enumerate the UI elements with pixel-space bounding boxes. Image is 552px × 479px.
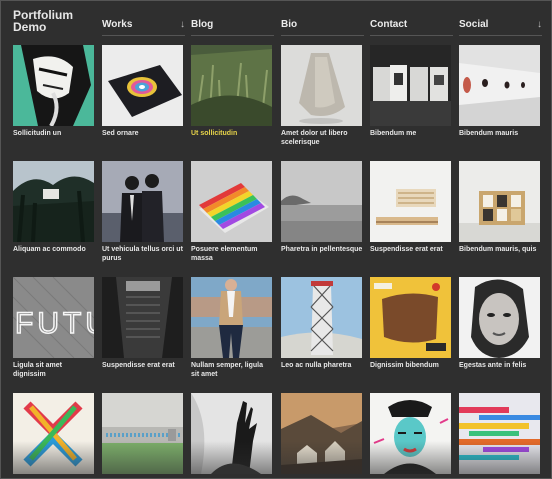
item-caption[interactable]: Ut vehicula tellus orci ut purus [102, 245, 184, 263]
item-caption[interactable]: Egestas ante in felis [459, 361, 541, 370]
thumbnail-futu-typography[interactable]: FUTU [13, 277, 94, 358]
item-caption[interactable]: Suspendisse erat erat [102, 361, 184, 370]
thumbnail-zipper-photo[interactable] [102, 393, 183, 474]
item-caption[interactable]: Dignissim bibendum [370, 361, 452, 370]
thumbnail-woman-portrait[interactable] [459, 277, 540, 358]
svg-text:FUTU: FUTU [15, 307, 94, 340]
thumbnail-glitch-colors[interactable] [459, 393, 540, 474]
nav-item-social[interactable]: Social ↓ [459, 18, 542, 38]
arrow-down-icon: ↓ [537, 19, 542, 30]
thumbnail-modular-shelves[interactable] [459, 161, 540, 242]
nav-item-label: Works [102, 19, 133, 30]
thumbnail-man-sitting-wall[interactable] [191, 277, 272, 358]
thumbnail-pop-art-illustration[interactable] [370, 393, 451, 474]
nav-item-bio[interactable]: Bio [281, 18, 364, 38]
arrow-down-icon: ↓ [180, 19, 185, 30]
nav-item-works[interactable]: Works ↓ [102, 18, 185, 38]
item-caption[interactable]: Bibendum me [370, 129, 452, 138]
thumbnail-lattice-tower[interactable] [281, 277, 362, 358]
item-caption[interactable]: Bibendum mauris, quis [459, 245, 541, 254]
thumbnail-bw-hand[interactable] [191, 393, 272, 474]
nav-divider [370, 35, 453, 36]
main-nav: Works ↓ Blog Bio Contact Social ↓ [1, 18, 551, 38]
nav-divider [459, 35, 542, 36]
item-caption[interactable]: Ut sollicitudin [191, 129, 273, 138]
nav-item-blog[interactable]: Blog [191, 18, 274, 38]
item-caption[interactable]: Sed ornare [102, 129, 184, 138]
item-caption[interactable]: Ligula sit amet dignissim [13, 361, 95, 379]
thumbnail-white-gallery-room[interactable] [459, 45, 540, 126]
thumbnail-printed-cards[interactable] [370, 45, 451, 126]
thumbnail-forest-house[interactable] [13, 161, 94, 242]
nav-item-contact[interactable]: Contact [370, 18, 453, 38]
thumbnail-two-men-suits[interactable] [102, 161, 183, 242]
thumbnail-foggy-sea[interactable] [281, 161, 362, 242]
thumbnail-wooden-shelf[interactable] [370, 161, 451, 242]
item-caption[interactable]: Nullam semper, ligula sit amet [191, 361, 273, 379]
page-frame: Portfolium Demo Works ↓ Blog Bio Contact… [0, 0, 552, 479]
nav-item-label: Blog [191, 19, 214, 30]
thumbnail-yellow-collage[interactable] [370, 277, 451, 358]
nav-item-label: Social [459, 19, 489, 30]
thumbnail-paper-bag[interactable] [281, 45, 362, 126]
thumbnail-rainbow-book[interactable] [191, 161, 272, 242]
nav-item-label: Bio [281, 19, 298, 30]
item-caption[interactable]: Suspendisse erat erat [370, 245, 452, 254]
thumbnail-rainbow-disc-book[interactable] [102, 45, 183, 126]
nav-divider [191, 35, 274, 36]
thumbnail-stylized-face-portrait[interactable] [13, 45, 94, 126]
item-caption[interactable]: Posuere elementum massa [191, 245, 273, 263]
nav-divider [102, 35, 185, 36]
item-caption[interactable]: Bibendum mauris [459, 129, 541, 138]
nav-divider [281, 35, 364, 36]
nav-item-label: Contact [370, 19, 408, 30]
item-caption[interactable]: Aliquam ac commodo [13, 245, 95, 254]
item-caption[interactable]: Sollicitudin un [13, 129, 95, 138]
thumbnail-grass-field[interactable] [191, 45, 272, 126]
item-caption[interactable]: Leo ac nulla pharetra [281, 361, 363, 370]
thumbnail-landscape-painting[interactable] [281, 393, 362, 474]
thumbnail-dark-stairs[interactable] [102, 277, 183, 358]
item-caption[interactable]: Pharetra in pellentesque [281, 245, 363, 254]
thumbnail-colorful-x[interactable] [13, 393, 94, 474]
item-caption[interactable]: Amet dolor ut libero scelerisque [281, 129, 363, 147]
